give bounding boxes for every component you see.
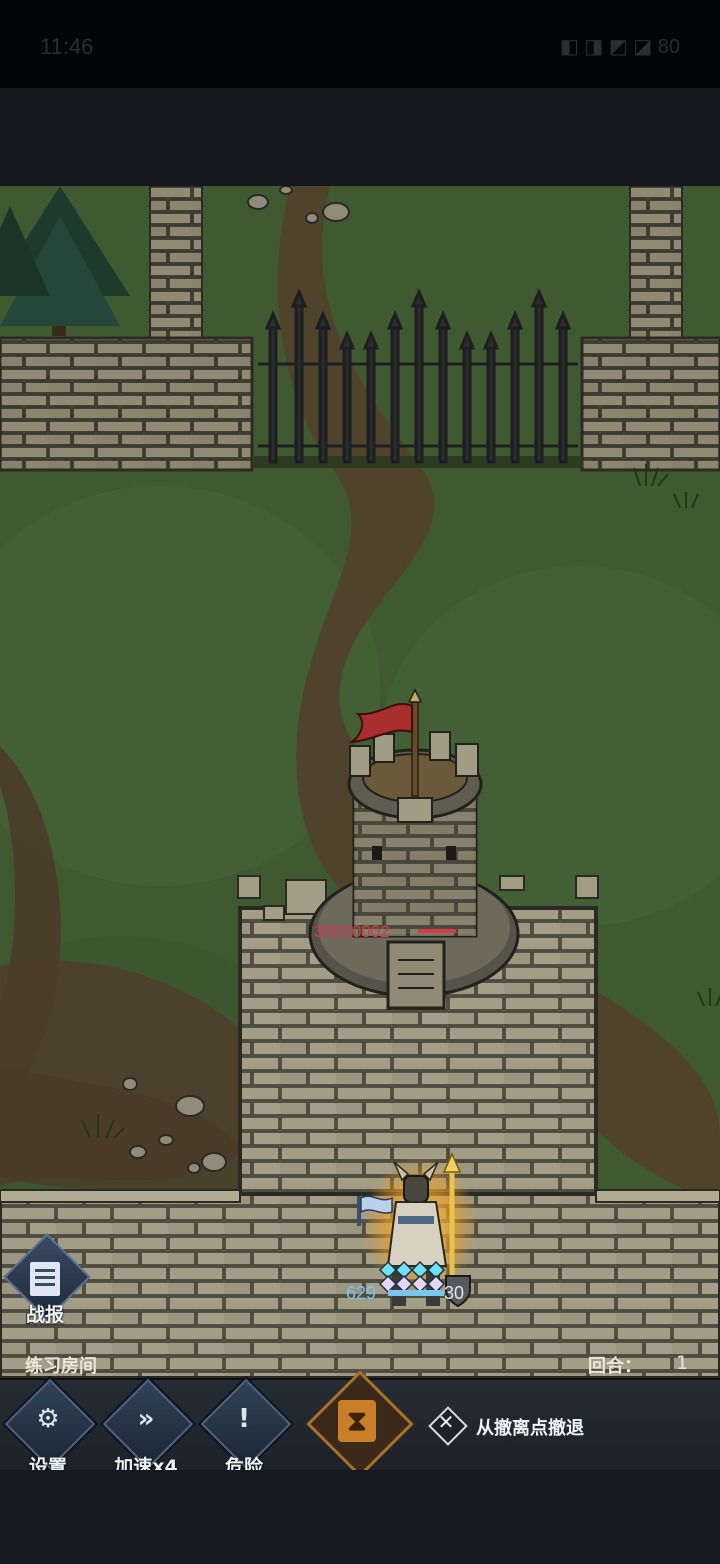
hero-shield-value: 30 <box>444 1283 465 1303</box>
fast-forward-icon: » <box>137 1404 155 1434</box>
hero-hp-bar <box>388 1290 444 1296</box>
crossed-swords-icon: ✕ <box>426 1404 468 1446</box>
stage-name: 练习房间 <box>25 1356 97 1377</box>
exclamation-icon: ! <box>238 1404 250 1434</box>
bottom-band <box>0 1470 720 1564</box>
round-value: 1 <box>676 1352 689 1374</box>
retreat-label: 从撤离点撤退 <box>476 1418 584 1439</box>
game-map[interactable]: 30000002 629 30 <box>0 186 720 1378</box>
report-icon <box>30 1262 60 1296</box>
tower-hp-value: 30000002 <box>314 922 390 941</box>
hourglass-icon: ⧗ <box>347 1404 367 1437</box>
status-icons: ◧ ◨ ◩ ◪ 80 <box>559 36 680 58</box>
gear-icon: ⚙ <box>36 1404 60 1434</box>
map-scene <box>0 186 720 1378</box>
top-band <box>0 88 720 186</box>
hero-hp-value: 629 <box>346 1283 377 1303</box>
end-turn-button[interactable]: ⧗ <box>306 1370 414 1478</box>
battle-report-label: 战报 <box>25 1304 64 1326</box>
status-bar: 11:46 ◧ ◨ ◩ ◪ 80 <box>0 0 720 88</box>
tower-hp-bar <box>418 929 456 933</box>
round-label: 回合： <box>588 1356 642 1377</box>
status-time: 11:46 <box>40 34 94 59</box>
battle-report-button[interactable]: 战报 <box>0 1233 92 1334</box>
